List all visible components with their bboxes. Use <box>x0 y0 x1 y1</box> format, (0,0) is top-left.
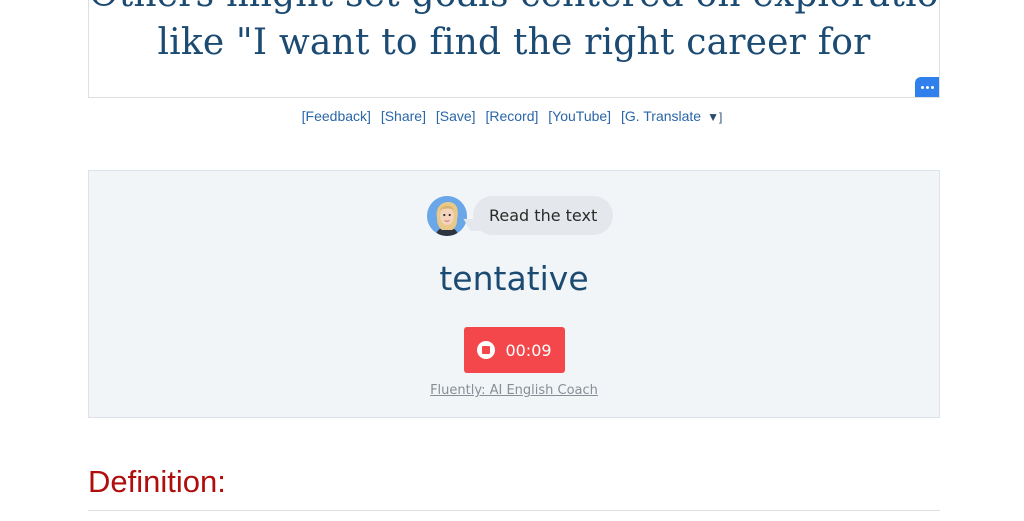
feedback-link[interactable]: [Feedback] <box>302 108 371 124</box>
stop-record-icon <box>477 341 496 359</box>
youtube-link[interactable]: [YouTube] <box>548 108 611 124</box>
target-word: tentative <box>439 259 589 298</box>
passage-text-box: Others might set goals centered on explo… <box>88 0 940 98</box>
passage-line-2: like "I want to find the right career fo… <box>157 22 871 63</box>
definition-heading: Definition: <box>88 464 226 499</box>
pronunciation-coach-panel: Read the text tentative 00:09 Fluently: … <box>88 170 940 418</box>
passage-line-1: Others might set goals centered on explo… <box>89 0 939 15</box>
ellipsis-icon <box>920 85 924 89</box>
google-translate-label: [G. Translate <box>620 108 702 124</box>
more-options-button[interactable] <box>915 77 939 97</box>
action-links: [Feedback] [Share] [Save] [Record] [YouT… <box>0 108 1024 124</box>
save-link[interactable]: [Save] <box>436 108 476 124</box>
share-link[interactable]: [Share] <box>381 108 426 124</box>
fluently-coach-link[interactable]: Fluently: AI English Coach <box>89 383 939 398</box>
definition-divider <box>88 510 940 511</box>
recording-stop-button[interactable]: 00:09 <box>464 327 565 373</box>
ellipsis-icon-dot-3 <box>930 85 934 89</box>
chevron-down-icon: ▼] <box>707 110 723 124</box>
coach-avatar <box>427 196 467 236</box>
recording-timer: 00:09 <box>505 340 552 360</box>
google-translate-link[interactable]: [G. Translate ▼] <box>621 108 722 124</box>
read-text-bubble[interactable]: Read the text <box>473 196 614 235</box>
avatar-icon <box>427 196 467 236</box>
ellipsis-icon-dot-2 <box>925 85 929 89</box>
record-link[interactable]: [Record] <box>485 108 538 124</box>
